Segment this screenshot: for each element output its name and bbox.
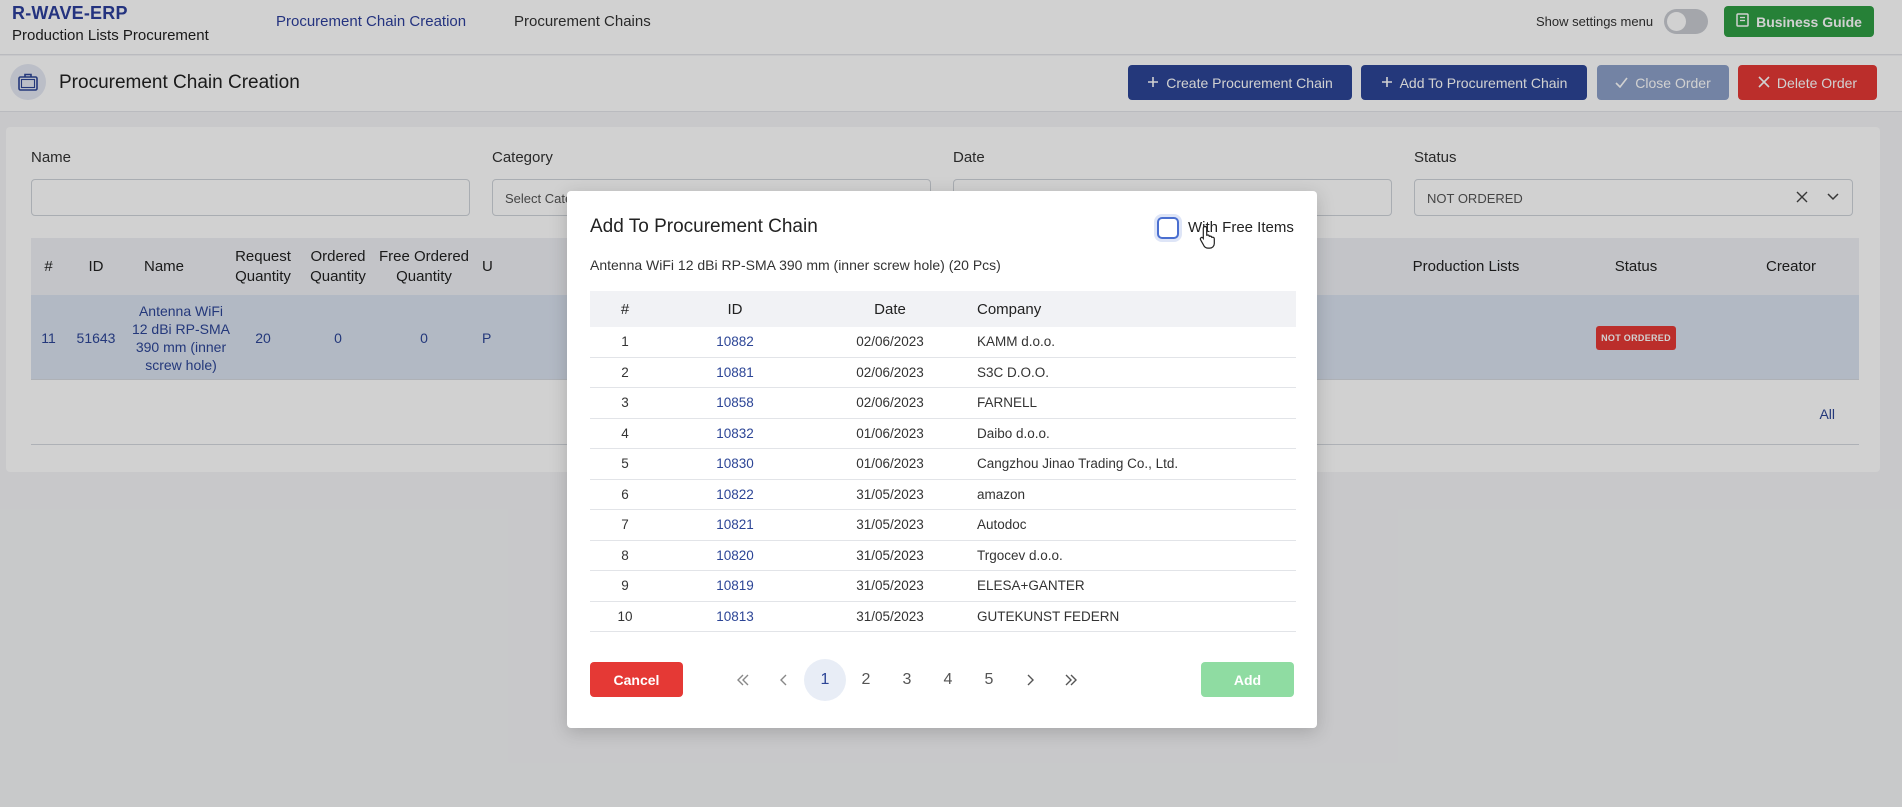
row-date: 31/05/2023 [856,547,924,563]
row-date: 01/06/2023 [856,456,924,472]
col-header-date: Date [874,300,906,318]
row-id-link[interactable]: 10830 [685,449,785,479]
row-id-link[interactable]: 10820 [685,541,785,571]
prev-page-button[interactable] [763,659,805,701]
row-date: 31/05/2023 [856,486,924,502]
hand-cursor-icon [1199,225,1217,254]
modal-title: Add To Procurement Chain [590,216,818,237]
col-header-num: # [620,300,630,318]
row-date: 31/05/2023 [856,517,924,533]
row-num: 4 [621,425,629,441]
row-num: 7 [621,517,629,533]
page-button-2[interactable]: 2 [845,659,887,701]
modal-subtitle: Antenna WiFi 12 dBi RP-SMA 390 mm (inner… [590,257,1001,273]
row-id-link[interactable]: 10822 [685,480,785,510]
table-row[interactable]: 9 10819 31/05/2023 ELESA+GANTER [590,571,1296,602]
table-row[interactable]: 8 10820 31/05/2023 Trgocev d.o.o. [590,541,1296,571]
table-row[interactable]: 5 10830 01/06/2023 Cangzhou Jinao Trading C… [590,449,1296,480]
page-button-4[interactable]: 4 [927,659,969,701]
table-header: # ID Date Company [590,291,1296,327]
first-page-button[interactable] [722,659,764,701]
row-id-link[interactable]: 10858 [685,388,785,418]
procurement-chain-table: # ID Date Company 1 10882 02/06/2023 KAMM d… [590,291,1296,632]
row-num: 9 [621,578,629,594]
row-num: 5 [621,456,629,472]
table-row[interactable]: 1 10882 02/06/2023 KAMM d.o.o. [590,327,1296,358]
row-num: 3 [621,395,629,411]
table-body: 1 10882 02/06/2023 KAMM d.o.o. 2 10881 02/06/2… [590,327,1296,632]
row-company: GUTEKUNST FEDERN [977,608,1120,624]
add-button[interactable]: Add [1201,662,1294,697]
col-header-company: Company [977,300,1042,318]
row-company: Trgocev d.o.o. [977,547,1063,563]
last-page-button[interactable] [1050,659,1092,701]
table-row[interactable]: 3 10858 02/06/2023 FARNELL [590,388,1296,419]
row-company: ELESA+GANTER [977,578,1085,594]
table-row[interactable]: 2 10881 02/06/2023 S3C D.O.O. [590,358,1296,388]
page-button-1[interactable]: 1 [804,659,846,701]
with-free-items-checkbox[interactable] [1157,217,1179,239]
row-id-link[interactable]: 10882 [685,327,785,357]
row-company: amazon [977,486,1026,502]
row-id-link[interactable]: 10881 [685,358,785,388]
page-button-3[interactable]: 3 [886,659,928,701]
row-id-link[interactable]: 10832 [685,419,785,449]
table-row[interactable]: 4 10832 01/06/2023 Daibo d.o.o. [590,419,1296,449]
next-page-button[interactable] [1009,659,1051,701]
col-header-id: ID [727,300,743,318]
row-company: Cangzhou Jinao Trading Co., Ltd. [977,456,1179,472]
row-company: Autodoc [977,517,1027,533]
row-date: 02/06/2023 [856,334,924,350]
table-row[interactable]: 6 10822 31/05/2023 amazon [590,480,1296,510]
row-num: 10 [617,608,633,624]
table-row[interactable]: 10 10813 31/05/2023 GUTEKUNST FEDERN [590,602,1296,632]
row-id-link[interactable]: 10813 [685,602,785,632]
row-company: S3C D.O.O. [977,364,1050,380]
row-num: 2 [621,364,629,380]
row-company: Daibo d.o.o. [977,425,1050,441]
row-date: 01/06/2023 [856,425,924,441]
add-to-procurement-chain-modal: Add To Procurement Chain With Free Items… [567,191,1317,728]
table-row[interactable]: 7 10821 31/05/2023 Autodoc [590,510,1296,541]
page-button-5[interactable]: 5 [968,659,1010,701]
row-date: 02/06/2023 [856,395,924,411]
row-num: 6 [621,486,629,502]
row-date: 02/06/2023 [856,364,924,380]
row-id-link[interactable]: 10819 [685,571,785,601]
row-num: 8 [621,547,629,563]
row-id-link[interactable]: 10821 [685,510,785,540]
row-company: KAMM d.o.o. [977,334,1056,350]
row-company: FARNELL [977,395,1038,411]
row-num: 1 [621,334,629,350]
row-date: 31/05/2023 [856,608,924,624]
cancel-button[interactable]: Cancel [590,662,683,697]
row-date: 31/05/2023 [856,578,924,594]
